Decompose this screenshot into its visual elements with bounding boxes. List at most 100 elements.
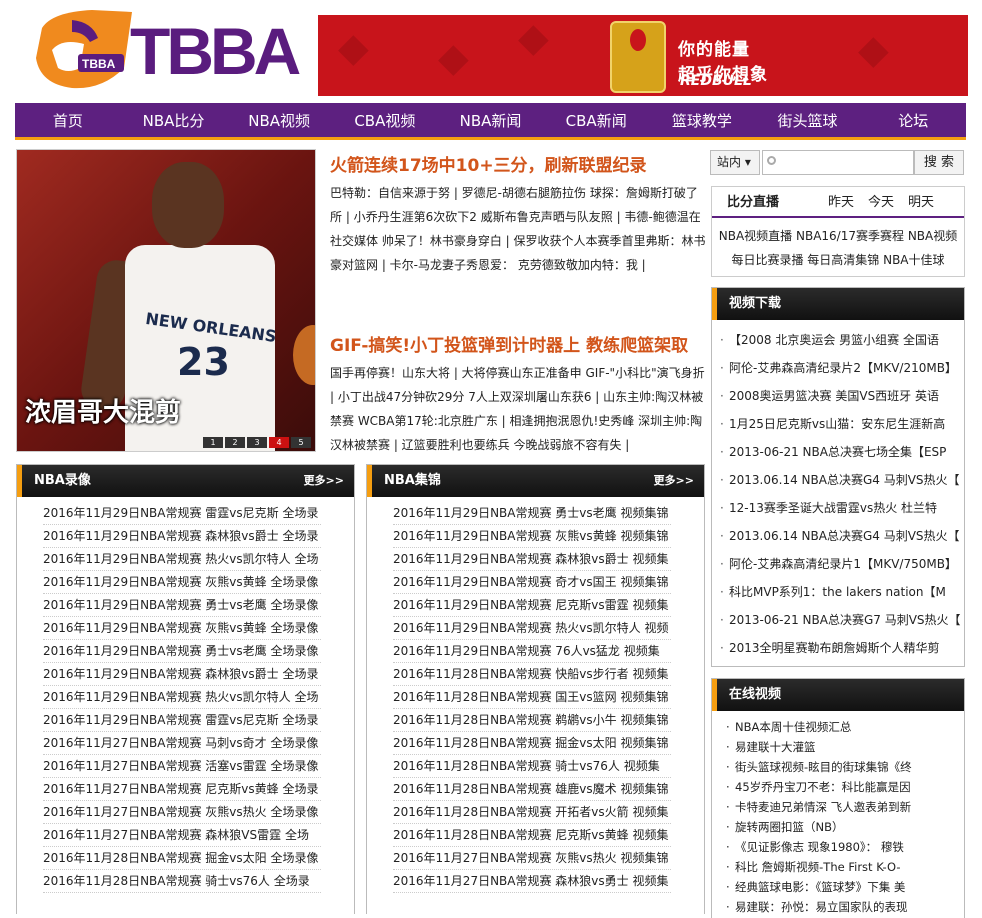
list-item[interactable]: 旋转两圈扣篮（NB） — [726, 817, 964, 837]
list-item[interactable]: 2016年11月28日NBA常规赛 骑士vs76人 全场录 — [43, 870, 321, 893]
list-item[interactable]: 2016年11月29日NBA常规赛 热火vs凯尔特人 全场 — [43, 686, 321, 709]
list-item[interactable]: 2016年11月27日NBA常规赛 森林狼vs勇士 视频集 — [393, 870, 671, 893]
list-item[interactable]: 2016年11月29日NBA常规赛 热火vs凯尔特人 视频 — [393, 617, 671, 640]
list-item[interactable]: 2016年11月29日NBA常规赛 尼克斯vs雷霆 视频集 — [393, 594, 671, 617]
list-item[interactable]: 2016年11月29日NBA常规赛 勇士vs老鹰 全场录像 — [43, 640, 321, 663]
list-item[interactable]: 1月25日尼克斯vs山猫：安东尼生涯新高 — [720, 410, 964, 438]
tab-today[interactable]: 今天 — [868, 187, 894, 218]
nav-street-basketball[interactable]: 街头篮球 — [755, 103, 861, 137]
list-item[interactable]: 2016年11月27日NBA常规赛 马刺vs奇才 全场录像 — [43, 732, 321, 755]
site-logo[interactable]: TBBA TBBA — [32, 8, 301, 92]
list-item[interactable]: 2013.06.14 NBA总决赛G4 马刺VS热火【 — [720, 466, 964, 494]
list-item[interactable]: 2016年11月27日NBA常规赛 灰熊vs热火 视频集锦 — [393, 847, 671, 870]
list-item[interactable]: 2016年11月29日NBA常规赛 森林狼vs爵士 视频集 — [393, 548, 671, 571]
list-item[interactable]: 2013.06.14 NBA总决赛G4 马刺VS热火【 — [720, 522, 964, 550]
nba-recordings-panel: NBA录像 更多>> 2016年11月29日NBA常规赛 雷霆vs尼克斯 全场录 … — [16, 464, 355, 914]
live-links[interactable]: NBA视频直播 NBA16/17赛季赛程 NBA视频每日比赛录播 每日高清集锦 … — [712, 218, 964, 272]
list-item[interactable]: 【2008 北京奥运会 男篮小组赛 全国语 — [720, 326, 964, 354]
nba-highlights-panel: NBA集锦 更多>> 2016年11月29日NBA常规赛 勇士vs老鹰 视频集锦 … — [366, 464, 705, 914]
list-item[interactable]: 阿伦-艾弗森高清纪录片2【MKV/210MB】 — [720, 354, 964, 382]
list-item[interactable]: 2008奥运男篮决赛 美国VS西班牙 英语 — [720, 382, 964, 410]
list-item[interactable]: 2016年11月28日NBA常规赛 掘金vs太阳 全场录像 — [43, 847, 321, 870]
list-item[interactable]: 2016年11月28日NBA常规赛 快船vs步行者 视频集 — [393, 663, 671, 686]
list-item[interactable]: 2013-06-21 NBA总决赛G7 马刺VS热火【 — [720, 606, 964, 634]
list-item[interactable]: 2016年11月27日NBA常规赛 尼克斯vs黄蜂 全场录 — [43, 778, 321, 801]
slide-page-4[interactable]: 4 — [269, 437, 289, 448]
list-item[interactable]: 2016年11月28日NBA常规赛 尼克斯vs黄蜂 视频集 — [393, 824, 671, 847]
list-item[interactable]: 2016年11月29日NBA常规赛 灰熊vs黄蜂 全场录像 — [43, 617, 321, 640]
slide-page-3[interactable]: 3 — [247, 437, 267, 448]
more-link[interactable]: 更多>> — [304, 465, 344, 497]
list-item[interactable]: 2013-06-21 NBA总决赛七场全集【ESP — [720, 438, 964, 466]
list-item[interactable]: 2016年11月29日NBA常规赛 森林狼vs爵士 全场录 — [43, 663, 321, 686]
nav-forum[interactable]: 论坛 — [860, 103, 966, 137]
search-icon — [767, 156, 776, 165]
list-item[interactable]: 2016年11月29日NBA常规赛 森林狼vs爵士 全场录 — [43, 525, 321, 548]
slide-pager: 1 2 3 4 5 — [203, 437, 311, 448]
headline-1[interactable]: 火箭连续17场中10+三分，刷新联盟纪录 — [330, 151, 706, 181]
tab-tomorrow[interactable]: 明天 — [908, 187, 934, 218]
headline-2[interactable]: GIF-搞笑!小丁投篮弹到计时器上 教练爬篮架取 — [330, 331, 706, 361]
tab-yesterday[interactable]: 昨天 — [828, 187, 854, 218]
hero-caption[interactable]: 浓眉哥大混剪 — [25, 392, 181, 429]
list-item[interactable]: 2016年11月29日NBA常规赛 雷霆vs尼克斯 全场录 — [43, 709, 321, 732]
list-item[interactable]: 2016年11月28日NBA常规赛 骑士vs76人 视频集 — [393, 755, 671, 778]
list-item[interactable]: 2013全明星赛勒布朗詹姆斯个人精华剪 — [720, 634, 964, 662]
video-download-panel: 视频下载 【2008 北京奥运会 男篮小组赛 全国语 阿伦-艾弗森高清纪录片2【… — [711, 287, 965, 667]
nav-basketball-teaching[interactable]: 篮球教学 — [649, 103, 755, 137]
ad-banner[interactable]: ◆ ◆ ◆ ◆ 你的能量 超乎你想象 REDBULL — [318, 15, 968, 96]
list-item[interactable]: 45岁乔丹宝刀不老：科比能赢是因 — [726, 777, 964, 797]
nav-home[interactable]: 首页 — [15, 103, 121, 137]
more-link[interactable]: 更多>> — [654, 465, 694, 497]
jersey-number: 23 — [177, 340, 230, 384]
list-item[interactable]: 2016年11月28日NBA常规赛 国王vs篮网 视频集锦 — [393, 686, 671, 709]
banner-line1: 你的能量 — [678, 40, 750, 60]
list-item[interactable]: 12-13赛季圣诞大战雷霆vs热火 杜兰特 — [720, 494, 964, 522]
nav-cba-news[interactable]: CBA新闻 — [543, 103, 649, 137]
search-input[interactable] — [762, 150, 914, 175]
list-item[interactable]: 2016年11月29日NBA常规赛 76人vs猛龙 视频集 — [393, 640, 671, 663]
list-item[interactable]: 2016年11月28日NBA常规赛 开拓者vs火箭 视频集 — [393, 801, 671, 824]
nba-recordings-title: NBA录像 — [34, 473, 91, 488]
list-item[interactable]: 2016年11月29日NBA常规赛 勇士vs老鹰 视频集锦 — [393, 502, 671, 525]
chevron-down-icon: ▾ — [744, 155, 751, 169]
list-item[interactable]: 卡特麦迪兄弟情深 飞人邀表弟到新 — [726, 797, 964, 817]
search-button[interactable]: 搜 索 — [914, 150, 964, 175]
list-item[interactable]: NBA本周十佳视频汇总 — [726, 717, 964, 737]
list-item[interactable]: 2016年11月28日NBA常规赛 掘金vs太阳 视频集锦 — [393, 732, 671, 755]
list-item[interactable]: 《见证影像志 现象1980》： 穆铁 — [726, 837, 964, 857]
list-item[interactable]: 2016年11月28日NBA常规赛 鹈鹕vs小牛 视频集锦 — [393, 709, 671, 732]
nav-nba-news[interactable]: NBA新闻 — [438, 103, 544, 137]
search-bar: 站内 ▾ 搜 索 — [710, 150, 964, 176]
slide-page-1[interactable]: 1 — [203, 437, 223, 448]
list-item[interactable]: 2016年11月29日NBA常规赛 奇才vs国王 视频集锦 — [393, 571, 671, 594]
list-item[interactable]: 2016年11月27日NBA常规赛 灰熊vs热火 全场录像 — [43, 801, 321, 824]
list-item[interactable]: 2016年11月28日NBA常规赛 雄鹿vs魔术 视频集锦 — [393, 778, 671, 801]
list-item[interactable]: 经典篮球电影：《篮球梦》下集 美 — [726, 877, 964, 897]
list-item[interactable]: 阿伦-艾弗森高清纪录片1【MKV/750MB】 — [720, 550, 964, 578]
slide-page-5[interactable]: 5 — [291, 437, 311, 448]
list-item[interactable]: 2016年11月29日NBA常规赛 热火vs凯尔特人 全场 — [43, 548, 321, 571]
list-item[interactable]: 易建联十大灌篮 — [726, 737, 964, 757]
slide-page-2[interactable]: 2 — [225, 437, 245, 448]
list-item[interactable]: 2016年11月29日NBA常规赛 勇士vs老鹰 全场录像 — [43, 594, 321, 617]
list-item[interactable]: 易建联：孙悦：易立国家队的表现 — [726, 897, 964, 917]
live-score-box: 比分直播 昨天 今天 明天 NBA视频直播 NBA16/17赛季赛程 NBA视频… — [711, 186, 965, 277]
list-item[interactable]: 2016年11月27日NBA常规赛 活塞vs雷霆 全场录像 — [43, 755, 321, 778]
basketball-player-logo-icon: TBBA — [36, 10, 132, 89]
list-item[interactable]: 街头篮球视频-眩目的街球集锦《终 — [726, 757, 964, 777]
list-item[interactable]: 2016年11月27日NBA常规赛 森林狼VS雷霆 全场 — [43, 824, 321, 847]
list-item[interactable]: 2016年11月29日NBA常规赛 雷霆vs尼克斯 全场录 — [43, 502, 321, 525]
list-item[interactable]: 2016年11月29日NBA常规赛 灰熊vs黄蜂 全场录像 — [43, 571, 321, 594]
nav-cba-video[interactable]: CBA视频 — [332, 103, 438, 137]
nav-nba-scores[interactable]: NBA比分 — [121, 103, 227, 137]
search-scope-select[interactable]: 站内 ▾ — [710, 150, 760, 175]
list-item[interactable]: 2016年11月29日NBA常规赛 灰熊vs黄蜂 视频集锦 — [393, 525, 671, 548]
nav-nba-video[interactable]: NBA视频 — [226, 103, 332, 137]
headline-news: 火箭连续17场中10+三分，刷新联盟纪录 巴特勒：自信来源于努 | 罗德尼-胡德… — [330, 151, 706, 483]
hero-slideshow[interactable]: NEW ORLEANS 23 浓眉哥大混剪 1 2 3 4 5 — [16, 149, 316, 452]
logo-text: TBBA — [130, 14, 301, 88]
list-item[interactable]: 科比 詹姆斯视频-The First K-O- — [726, 857, 964, 877]
headline-1-links[interactable]: 巴特勒：自信来源于努 | 罗德尼-胡德右腿筋拉伤 球探：詹姆斯打破了所 | 小乔… — [330, 181, 706, 323]
list-item[interactable]: 科比MVP系列1：the lakers nation【M — [720, 578, 964, 606]
